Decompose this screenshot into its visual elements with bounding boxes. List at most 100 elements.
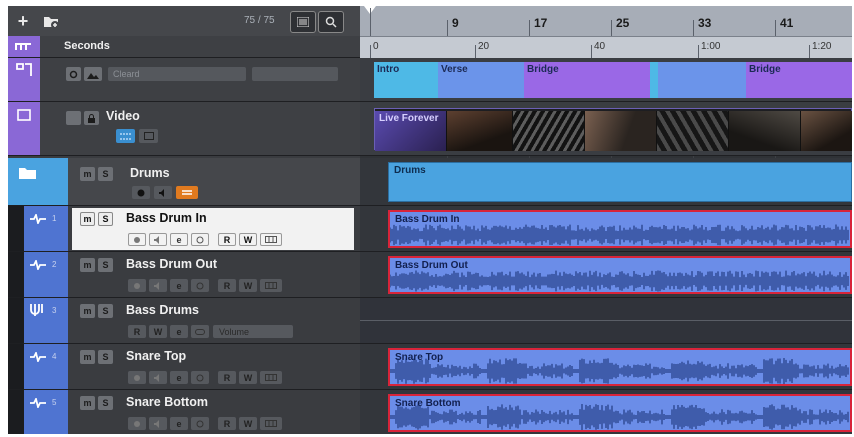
video-mute-button[interactable]	[66, 111, 81, 125]
folder-record-button[interactable]	[132, 186, 150, 199]
audio-waveform-icon	[30, 398, 46, 408]
video-clip[interactable]: Live Forever	[374, 108, 852, 151]
track-lane[interactable]: Bass Drum In	[360, 206, 852, 252]
marker-track-row[interactable]: Cleard	[8, 58, 360, 102]
marker-add-button[interactable]	[84, 67, 102, 81]
timeline-area[interactable]: 9 17 25 33 41 0 20 40 1:00 1:20 Intro Ve…	[360, 6, 852, 434]
marker-intro[interactable]: Intro	[374, 62, 438, 98]
record-button[interactable]	[128, 279, 146, 292]
lanes-button[interactable]	[260, 371, 282, 384]
record-button[interactable]	[128, 371, 146, 384]
folder-edit-button[interactable]	[176, 186, 198, 199]
marker-bridge-2[interactable]: Bridge	[746, 62, 852, 98]
track-list-menu-button[interactable]	[290, 11, 316, 33]
monitor-button[interactable]	[149, 233, 167, 246]
lanes-button[interactable]	[260, 233, 282, 246]
video-lane[interactable]: Live Forever	[360, 102, 852, 156]
link-button[interactable]	[191, 325, 209, 338]
mute-button[interactable]: m	[80, 350, 95, 364]
edit-channel-button[interactable]: e	[170, 233, 188, 246]
folder-open-icon[interactable]	[18, 166, 38, 180]
track-lane[interactable]: Bass Drum Out	[360, 252, 852, 298]
monitor-button[interactable]	[149, 371, 167, 384]
track-lane[interactable]	[360, 298, 852, 344]
read-automation-button[interactable]: R	[218, 233, 236, 246]
edit-channel-button[interactable]: e	[170, 325, 188, 338]
solo-button[interactable]: S	[98, 396, 113, 410]
cycle-marker-button[interactable]	[66, 67, 81, 81]
audio-event[interactable]: Snare Top	[388, 348, 852, 386]
track-lane[interactable]: Snare Top	[360, 344, 852, 390]
write-automation-button[interactable]: W	[239, 233, 257, 246]
time-label: 40	[594, 41, 606, 52]
seconds-ruler[interactable]: 0 20 40 1:00 1:20	[360, 36, 852, 59]
freeze-button[interactable]	[191, 417, 209, 430]
video-lock-button[interactable]	[84, 111, 99, 125]
read-automation-button[interactable]: R	[218, 417, 236, 430]
mute-button[interactable]: m	[80, 258, 95, 272]
track-row[interactable]: 3 m S Bass Drums R W e Volume	[8, 298, 360, 344]
edit-channel-button[interactable]: e	[170, 371, 188, 384]
track-row[interactable]: 5 m S Snare Bottom e R W	[8, 390, 360, 434]
video-track-name: Video	[106, 109, 140, 123]
record-button[interactable]	[128, 233, 146, 246]
audio-event[interactable]: Bass Drum In	[388, 210, 852, 248]
automation-parameter-dropdown[interactable]: Volume	[213, 325, 293, 338]
track-lane[interactable]: Snare Bottom	[360, 390, 852, 434]
folder-monitor-button[interactable]	[154, 186, 172, 199]
solo-button[interactable]: S	[98, 212, 113, 226]
track-row[interactable]: 4 m S Snare Top e R W	[8, 344, 360, 390]
lanes-button[interactable]	[260, 279, 282, 292]
solo-button[interactable]: S	[98, 304, 113, 318]
edit-channel-button[interactable]: e	[170, 417, 188, 430]
audio-event[interactable]: Snare Bottom	[388, 394, 852, 432]
automation-line[interactable]	[360, 320, 852, 321]
folder-part[interactable]: Drums	[388, 162, 852, 202]
freeze-button[interactable]	[191, 279, 209, 292]
add-track-button[interactable]: +	[12, 11, 34, 31]
mute-button[interactable]: m	[80, 304, 95, 318]
marker-short[interactable]	[650, 62, 658, 98]
mute-button[interactable]: m	[80, 396, 95, 410]
solo-button[interactable]: S	[98, 258, 113, 272]
track-row[interactable]: 2 m S Bass Drum Out e R W	[8, 252, 360, 298]
add-track-from-preset-button[interactable]	[40, 11, 62, 31]
ruler-track-row[interactable]: Seconds	[8, 36, 360, 58]
marker-verse[interactable]: Verse	[438, 62, 524, 98]
marker-lane[interactable]: Intro Verse Bridge Bridge	[360, 58, 852, 102]
folder-track-row[interactable]: m S Drums	[8, 158, 360, 206]
freeze-button[interactable]	[191, 371, 209, 384]
video-display-button[interactable]	[139, 129, 158, 143]
freeze-button[interactable]	[191, 233, 209, 246]
read-automation-button[interactable]: R	[128, 325, 146, 338]
marker-verse-2[interactable]	[658, 62, 746, 98]
folder-solo-button[interactable]: S	[98, 167, 113, 181]
list-icon	[297, 17, 309, 27]
lines-icon	[182, 189, 192, 195]
read-automation-button[interactable]: R	[218, 279, 236, 292]
marker-dropdown[interactable]: Cleard	[108, 67, 246, 81]
read-automation-button[interactable]: R	[218, 371, 236, 384]
marker-dropdown-secondary[interactable]	[252, 67, 338, 81]
record-button[interactable]	[128, 417, 146, 430]
video-thumbnail-button[interactable]	[116, 129, 135, 143]
search-tracks-button[interactable]	[318, 11, 344, 33]
write-automation-button[interactable]: W	[239, 279, 257, 292]
mute-button[interactable]: m	[80, 212, 95, 226]
edit-channel-button[interactable]: e	[170, 279, 188, 292]
folder-mute-button[interactable]: m	[80, 167, 95, 181]
lanes-icon	[265, 282, 277, 289]
marker-bridge[interactable]: Bridge	[524, 62, 650, 98]
bars-ruler[interactable]: 9 17 25 33 41	[360, 6, 852, 36]
monitor-button[interactable]	[149, 417, 167, 430]
lanes-button[interactable]	[260, 417, 282, 430]
solo-button[interactable]: S	[98, 350, 113, 364]
monitor-button[interactable]	[149, 279, 167, 292]
write-automation-button[interactable]: W	[239, 371, 257, 384]
write-automation-button[interactable]: W	[149, 325, 167, 338]
folder-lane[interactable]: Drums	[360, 158, 852, 206]
audio-event[interactable]: Bass Drum Out	[388, 256, 852, 294]
write-automation-button[interactable]: W	[239, 417, 257, 430]
track-row[interactable]: 1 m S Bass Drum In e R W	[8, 206, 360, 252]
video-track-row[interactable]: Video	[8, 102, 360, 156]
